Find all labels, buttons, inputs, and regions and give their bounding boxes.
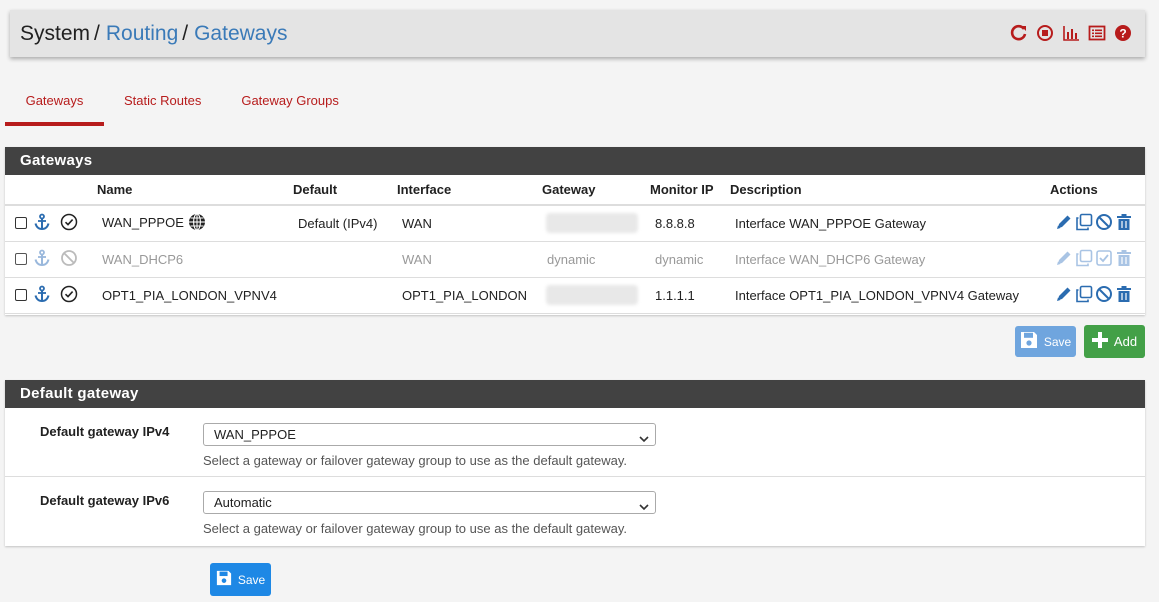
row-actions xyxy=(1055,249,1133,270)
disable-icon[interactable] xyxy=(1095,285,1113,306)
col-gateway: Gateway xyxy=(542,175,650,206)
gateway-default: Default (IPv4) xyxy=(298,215,378,231)
gateway-name: WAN_PPPOE xyxy=(102,214,184,230)
copy-icon[interactable] xyxy=(1075,285,1093,306)
gateway-address-redacted xyxy=(546,285,638,305)
default-gateway-panel: Default gateway Default gateway IPv4 WAN… xyxy=(5,380,1145,546)
default-gateway-ipv4-value: WAN_PPPOE xyxy=(214,427,296,442)
anchor-icon[interactable] xyxy=(33,285,51,306)
breadcrumb: System / Routing / Gateways ? xyxy=(10,10,1145,57)
col-actions: Actions xyxy=(1049,175,1145,206)
row-select-checkbox[interactable] xyxy=(15,217,27,230)
col-default: Default xyxy=(293,175,397,206)
add-button-label: Add xyxy=(1113,334,1138,349)
breadcrumb-system: System xyxy=(20,21,91,45)
col-interface: Interface xyxy=(397,175,542,206)
chart-icon[interactable] xyxy=(1061,23,1081,43)
row-actions xyxy=(1055,285,1133,306)
default-gateway-ipv4-label: Default gateway IPv4 xyxy=(40,424,170,439)
default-gateway-ipv4-help: Select a gateway or failover gateway gro… xyxy=(203,453,627,468)
tab-bar: Gateways Static Routes Gateway Groups xyxy=(5,82,359,126)
gateway-address: dynamic xyxy=(547,251,596,267)
save-default-gateway-button[interactable]: Save xyxy=(210,563,271,596)
default-gateway-ipv6-label: Default gateway IPv6 xyxy=(40,493,170,508)
chevron-down-icon xyxy=(639,497,649,518)
help-icon[interactable]: ? xyxy=(1113,23,1133,43)
save-button-label: Save xyxy=(237,572,266,587)
breadcrumb-separator: / xyxy=(94,21,100,45)
gateway-description: Interface WAN_PPPOE Gateway xyxy=(735,215,926,231)
default-gateway-ipv6-help: Select a gateway or failover gateway gro… xyxy=(203,521,627,536)
copy-icon[interactable] xyxy=(1075,213,1093,234)
table-row: WAN_PPPOE Default (IPv4) WAN 8.8.8.8 Int… xyxy=(5,205,1145,242)
stop-icon[interactable] xyxy=(1035,23,1055,43)
svg-text:?: ? xyxy=(1119,27,1126,41)
trash-icon[interactable] xyxy=(1115,213,1133,234)
default-gateway-ipv6-value: Automatic xyxy=(214,495,272,510)
check-circle-icon xyxy=(60,213,78,234)
gateway-interface: OPT1_PIA_LONDON xyxy=(402,287,527,303)
default-gateway-ipv4-select[interactable]: WAN_PPPOE xyxy=(203,423,656,446)
gateway-monitor-ip: 8.8.8.8 xyxy=(655,215,695,231)
row-actions xyxy=(1055,213,1133,234)
trash-icon[interactable] xyxy=(1115,249,1133,270)
save-button[interactable]: Save xyxy=(1015,326,1076,357)
pencil-icon[interactable] xyxy=(1055,213,1073,234)
col-monitor-ip: Monitor IP xyxy=(650,175,730,206)
gateway-interface: WAN xyxy=(402,251,432,267)
gateway-description: Interface OPT1_PIA_LONDON_VPNV4 Gateway xyxy=(735,287,1019,303)
breadcrumb-gateways[interactable]: Gateways xyxy=(194,22,287,46)
tab-gateways[interactable]: Gateways xyxy=(5,82,104,126)
table-row: OPT1_PIA_LONDON_VPNV4 OPT1_PIA_LONDON 1.… xyxy=(5,277,1145,314)
chevron-down-icon xyxy=(639,429,649,450)
reload-icon[interactable] xyxy=(1009,23,1029,43)
gateway-name: WAN_DHCP6 xyxy=(102,251,184,267)
default-gateway-ipv6-row: Default gateway IPv6 Automatic Select a … xyxy=(5,477,1145,546)
gateways-table: Name Default Interface Gateway Monitor I… xyxy=(5,175,1145,314)
anchor-icon[interactable] xyxy=(33,213,51,234)
tab-static-routes[interactable]: Static Routes xyxy=(104,82,221,126)
default-gateway-ipv4-row: Default gateway IPv4 WAN_PPPOE Select a … xyxy=(5,408,1145,477)
trash-icon[interactable] xyxy=(1115,285,1133,306)
tab-gateway-groups[interactable]: Gateway Groups xyxy=(221,82,359,126)
breadcrumb-routing[interactable]: Routing xyxy=(106,22,178,46)
floppy-icon xyxy=(216,570,232,589)
save-button-label: Save xyxy=(1043,334,1072,349)
disable-icon[interactable] xyxy=(1095,213,1113,234)
anchor-icon[interactable] xyxy=(33,249,51,270)
default-gateway-panel-title: Default gateway xyxy=(5,380,1145,408)
gateway-description: Interface WAN_DHCP6 Gateway xyxy=(735,251,926,267)
row-select-checkbox[interactable] xyxy=(15,253,27,265)
gateway-monitor-ip: dynamic xyxy=(655,251,704,267)
col-name: Name xyxy=(95,175,293,206)
default-gateway-ipv6-select[interactable]: Automatic xyxy=(203,491,656,514)
gateway-interface: WAN xyxy=(402,215,432,231)
breadcrumb-separator: / xyxy=(182,21,189,45)
row-select-checkbox[interactable] xyxy=(15,289,27,301)
pencil-icon[interactable] xyxy=(1055,285,1073,306)
gateways-panel: Gateways Name Default Interface Gateway … xyxy=(5,147,1145,315)
table-row: WAN_DHCP6 WAN dynamic dynamic Interface … xyxy=(5,241,1145,278)
gateways-panel-title: Gateways xyxy=(5,147,1145,175)
enable-icon[interactable] xyxy=(1095,249,1113,270)
log-icon[interactable] xyxy=(1087,23,1107,43)
ban-icon xyxy=(60,249,78,270)
gateway-address-redacted xyxy=(546,213,638,234)
gateway-name: OPT1_PIA_LONDON_VPNV4 xyxy=(102,287,277,303)
add-button[interactable]: Add xyxy=(1084,325,1145,358)
plus-icon xyxy=(1091,332,1108,351)
col-description: Description xyxy=(730,175,1049,206)
pencil-icon[interactable] xyxy=(1055,249,1073,270)
floppy-icon xyxy=(1020,331,1038,352)
globe-icon xyxy=(188,213,206,234)
table-header-row: Name Default Interface Gateway Monitor I… xyxy=(5,175,1145,206)
gateway-monitor-ip: 1.1.1.1 xyxy=(655,287,695,303)
copy-icon[interactable] xyxy=(1075,249,1093,270)
check-circle-icon xyxy=(60,285,78,306)
header-icon-group: ? xyxy=(1009,23,1133,43)
